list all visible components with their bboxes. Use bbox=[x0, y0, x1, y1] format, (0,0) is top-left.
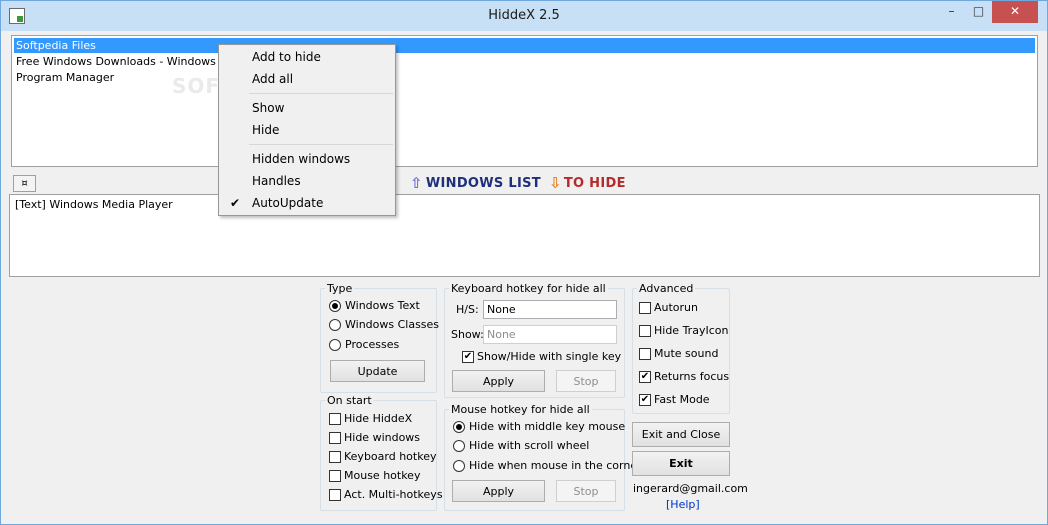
check-mark-icon: ✔ bbox=[639, 393, 651, 406]
close-button[interactable]: ✕ bbox=[992, 1, 1038, 23]
menu-item-add-to-hide[interactable]: Add to hide bbox=[221, 47, 393, 67]
middle-key-radio[interactable]: Hide with middle key mouse bbox=[453, 420, 625, 433]
radio-icon bbox=[453, 459, 465, 472]
menu-item-label: AutoUpdate bbox=[252, 196, 324, 210]
check-mark-icon: ✔ bbox=[462, 350, 474, 363]
returns-focus-checkbox[interactable]: ✔ Returns focus bbox=[639, 370, 729, 383]
fast-mode-checkbox[interactable]: ✔ Fast Mode bbox=[639, 393, 710, 406]
keyboard-hotkey-legend: Keyboard hotkey for hide all bbox=[451, 282, 606, 295]
to-hide-label: TO HIDE bbox=[563, 175, 626, 191]
windows-list[interactable]: Softpedia Files Free Windows Downloads -… bbox=[11, 35, 1038, 167]
exit-and-close-button[interactable]: Exit and Close bbox=[632, 422, 730, 447]
app-window: HiddeX 2.5 – □ ✕ Softpedia Files Free Wi… bbox=[0, 0, 1048, 525]
mouse-hotkey-legend: Mouse hotkey for hide all bbox=[451, 403, 590, 416]
menu-separator bbox=[249, 144, 393, 145]
type-legend: Type bbox=[327, 282, 353, 295]
author-email: ingerard@gmail.com bbox=[633, 482, 748, 495]
show-hotkey-field[interactable]: None bbox=[483, 325, 617, 344]
radio-icon bbox=[329, 318, 341, 331]
list-item[interactable]: Free Windows Downloads - Windows Inter bbox=[14, 54, 245, 69]
exit-button[interactable]: Exit bbox=[632, 451, 730, 476]
menu-item-show[interactable]: Show bbox=[221, 98, 393, 118]
advanced-legend: Advanced bbox=[639, 282, 694, 295]
menu-item-handles[interactable]: Handles bbox=[221, 171, 393, 191]
checkbox-icon bbox=[639, 301, 651, 314]
windows-list-label: WINDOWS LIST bbox=[425, 175, 541, 191]
radio-selected-icon bbox=[453, 420, 465, 433]
type-processes-radio[interactable]: Processes bbox=[329, 338, 399, 351]
type-windows-classes-radio[interactable]: Windows Classes bbox=[329, 318, 439, 331]
checkbox-icon bbox=[329, 450, 341, 463]
hide-trayicon-checkbox[interactable]: Hide TrayIcon bbox=[639, 324, 728, 337]
list-item[interactable]: Softpedia Files bbox=[14, 38, 1035, 53]
list-item[interactable]: [Text] Windows Media Player bbox=[13, 197, 173, 212]
hide-windows-checkbox[interactable]: Hide windows bbox=[329, 431, 420, 444]
mouse-stop-button[interactable]: Stop bbox=[556, 480, 616, 502]
hs-hotkey-field[interactable]: None bbox=[483, 300, 617, 319]
pin-button[interactable]: ¤ bbox=[13, 175, 36, 192]
hs-label: H/S: bbox=[456, 303, 479, 316]
type-windows-text-radio[interactable]: Windows Text bbox=[329, 299, 420, 312]
check-mark-icon: ✔ bbox=[639, 370, 651, 383]
menu-item-hide[interactable]: Hide bbox=[221, 120, 393, 140]
check-mark-icon: ✔ bbox=[229, 196, 241, 210]
mute-sound-checkbox[interactable]: Mute sound bbox=[639, 347, 718, 360]
checkbox-icon bbox=[639, 324, 651, 337]
checkbox-icon bbox=[639, 347, 651, 360]
radio-selected-icon bbox=[329, 299, 341, 312]
update-button[interactable]: Update bbox=[330, 360, 425, 382]
list-banner: ⇧ WINDOWS LIST ⇩ TO HIDE bbox=[410, 173, 626, 193]
show-label: Show: bbox=[451, 328, 484, 341]
window-title: HiddeX 2.5 bbox=[488, 8, 560, 23]
menu-item-add-all[interactable]: Add all bbox=[221, 69, 393, 89]
multi-hotkeys-checkbox[interactable]: Act. Multi-hotkeys bbox=[329, 488, 443, 501]
scroll-wheel-radio[interactable]: Hide with scroll wheel bbox=[453, 439, 589, 452]
arrow-down-icon: ⇩ bbox=[548, 174, 562, 192]
autorun-checkbox[interactable]: Autorun bbox=[639, 301, 698, 314]
on-start-legend: On start bbox=[327, 394, 372, 407]
menu-item-autoupdate[interactable]: ✔ AutoUpdate bbox=[221, 193, 393, 213]
keyboard-apply-button[interactable]: Apply bbox=[452, 370, 545, 392]
context-menu: Add to hide Add all Show Hide Hidden win… bbox=[218, 44, 396, 216]
help-link[interactable]: [Help] bbox=[666, 498, 700, 511]
mouse-hotkey-checkbox[interactable]: Mouse hotkey bbox=[329, 469, 420, 482]
title-bar[interactable]: HiddeX 2.5 – □ ✕ bbox=[1, 1, 1047, 31]
hide-hiddex-checkbox[interactable]: Hide HiddeX bbox=[329, 412, 412, 425]
keyboard-hotkey-checkbox[interactable]: Keyboard hotkey bbox=[329, 450, 436, 463]
mouse-corner-radio[interactable]: Hide when mouse in the corner bbox=[453, 459, 642, 472]
menu-separator bbox=[249, 93, 393, 94]
to-hide-list[interactable]: [Text] Windows Media Player bbox=[9, 194, 1040, 277]
mouse-apply-button[interactable]: Apply bbox=[452, 480, 545, 502]
radio-icon bbox=[329, 338, 341, 351]
keyboard-stop-button[interactable]: Stop bbox=[556, 370, 616, 392]
checkbox-icon bbox=[329, 412, 341, 425]
checkbox-icon bbox=[329, 488, 341, 501]
radio-icon bbox=[453, 439, 465, 452]
maximize-button[interactable]: □ bbox=[965, 1, 992, 23]
checkbox-icon bbox=[329, 469, 341, 482]
list-item[interactable]: Program Manager bbox=[14, 70, 114, 85]
single-key-checkbox[interactable]: ✔ Show/Hide with single key bbox=[462, 350, 621, 363]
arrow-up-icon: ⇧ bbox=[410, 174, 423, 192]
checkbox-icon bbox=[329, 431, 341, 444]
menu-item-hidden-windows[interactable]: Hidden windows bbox=[221, 149, 393, 169]
minimize-button[interactable]: – bbox=[938, 1, 965, 23]
